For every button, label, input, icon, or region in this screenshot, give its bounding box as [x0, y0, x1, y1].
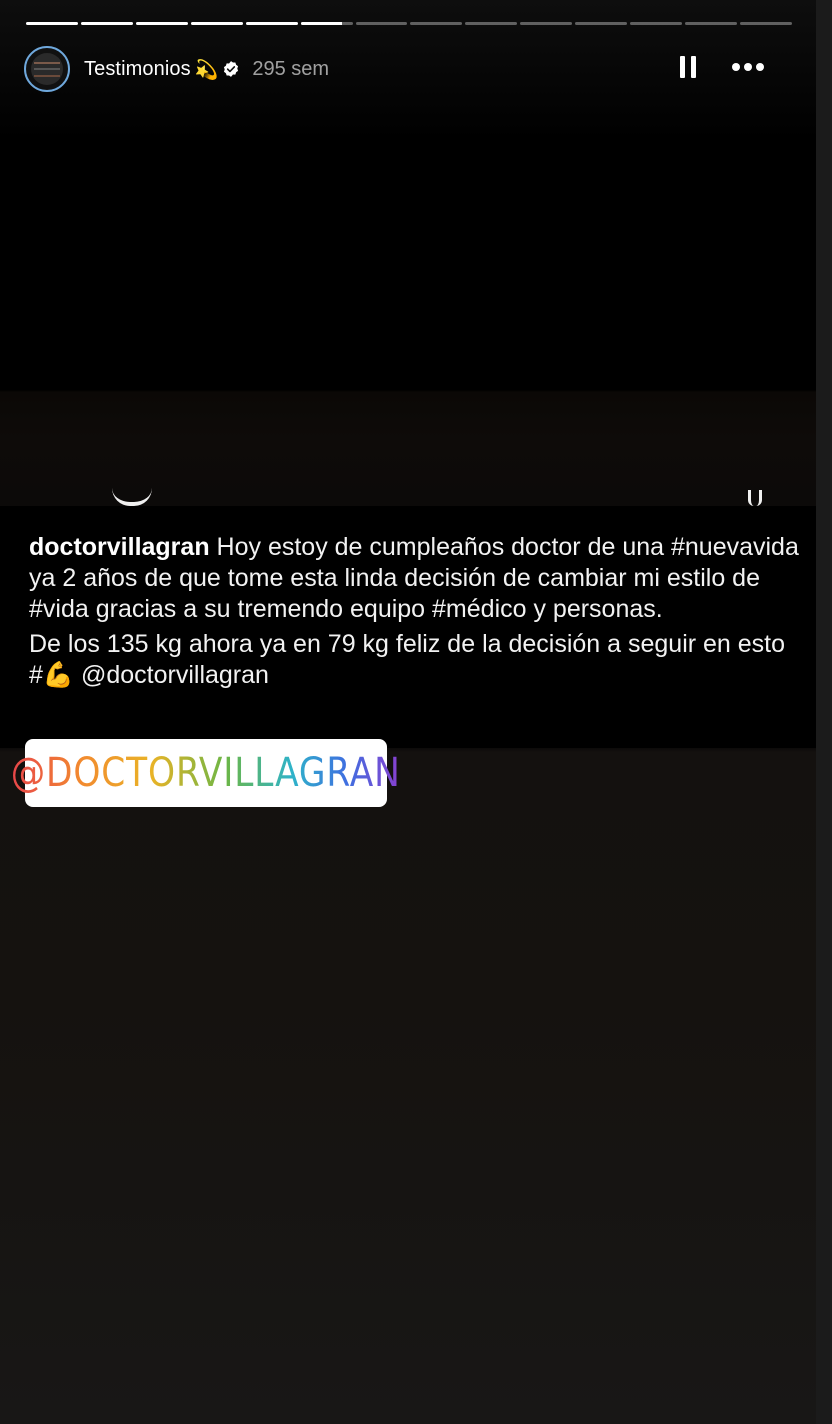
progress-segment [410, 22, 463, 25]
viewport-edge [816, 0, 832, 1424]
caption-username: doctorvillagran [29, 533, 210, 561]
progress-segment [739, 22, 792, 25]
progress-segment [575, 22, 628, 25]
progress-segment [520, 22, 573, 25]
more-options-icon[interactable] [732, 59, 764, 75]
mention-sticker[interactable]: @DOCTORVILLAGRAN [11, 739, 400, 807]
progress-segment [630, 22, 683, 25]
progress-segment [465, 22, 518, 25]
mention-sticker-label: @DOCTORVILLAGRAN [10, 750, 402, 796]
verified-badge-icon [224, 61, 239, 77]
cropped-glyph-right [748, 490, 762, 506]
progress-segment [300, 22, 353, 25]
account-avatar[interactable] [24, 46, 70, 92]
progress-segment [26, 22, 78, 25]
progress-segment [135, 22, 188, 25]
story-progress-bar [26, 22, 792, 26]
progress-segment [245, 22, 298, 25]
posted-time: 295 sem [252, 57, 330, 80]
post-caption: doctorvillagran Hoy estoy de cumpleaños … [29, 532, 799, 691]
dizzy-emoji: 💫 [194, 58, 219, 81]
story-viewer[interactable]: Testimonios 💫 295 sem doctorvillagran Ho… [0, 0, 816, 1424]
progress-segment [685, 22, 737, 25]
story-controls [680, 56, 764, 78]
account-name[interactable]: Testimonios [84, 58, 191, 81]
story-header: Testimonios 💫 295 sem [24, 44, 329, 94]
caption-paragraph-2: De los 135 kg ahora ya en 79 kg feliz de… [29, 630, 786, 689]
progress-segment [190, 22, 243, 25]
screenshot-cropped-edge [0, 484, 816, 506]
progress-segment [80, 22, 133, 25]
pause-icon[interactable] [680, 56, 696, 78]
progress-segment [355, 22, 408, 25]
caption-paragraph-1: doctorvillagran Hoy estoy de cumpleaños … [29, 532, 799, 625]
cropped-glyph-left [112, 488, 152, 506]
